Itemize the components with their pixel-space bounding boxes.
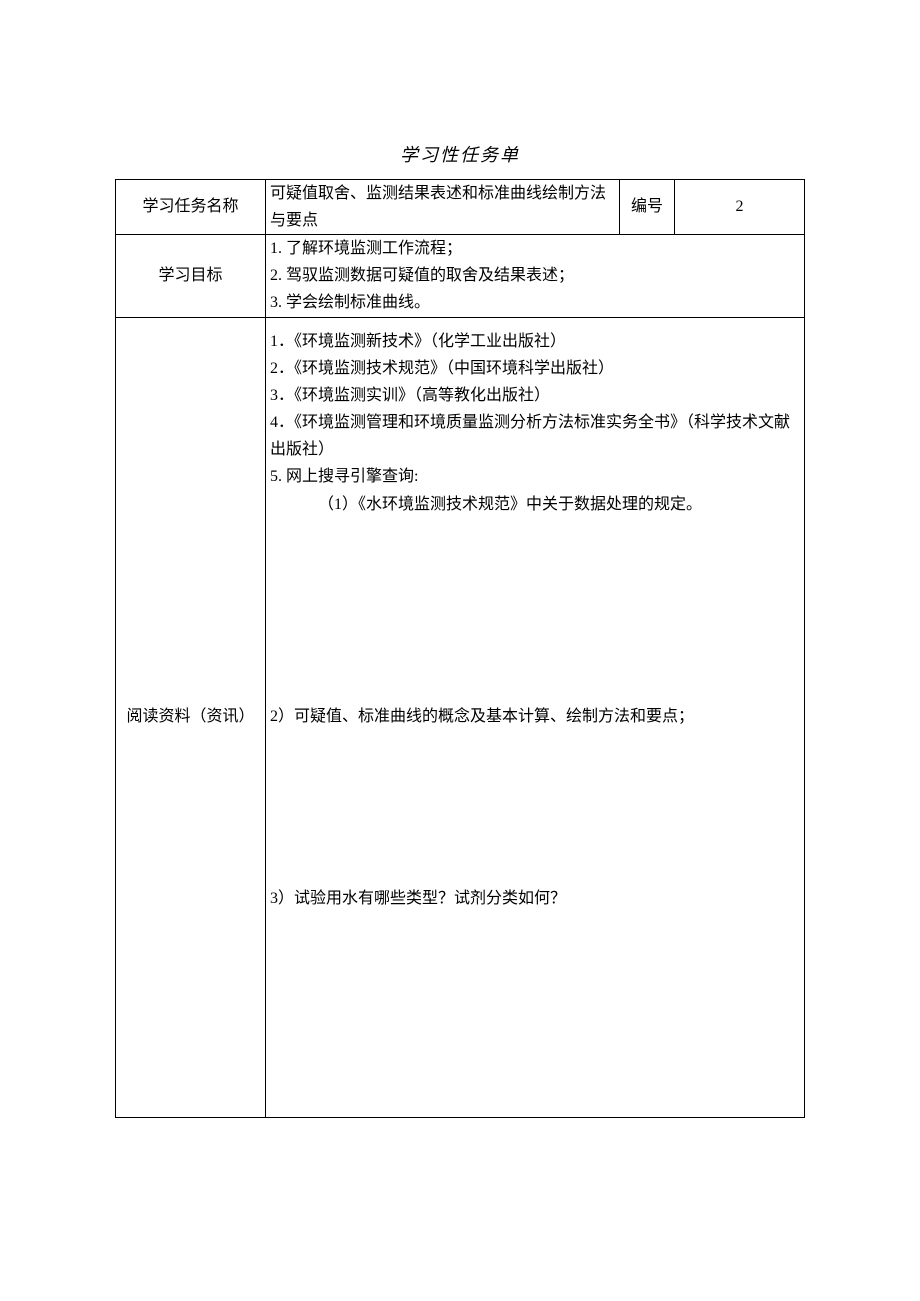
ref-subitem: （1）《水环境监测技术规范》中关于数据处理的规定。 [270, 491, 800, 518]
reading-label: 阅读资料（资讯） [116, 317, 266, 1117]
number-label: 编号 [620, 179, 675, 234]
goal-item: 1. 了解环境监测工作流程； [270, 235, 800, 262]
page-title: 学习性任务单 [115, 140, 805, 171]
ref-item: 4．《环境监测管理和环境质量监测分析方法标准实务全书》（科学技术文献出版社） [270, 409, 800, 463]
goals-content: 1. 了解环境监测工作流程； 2. 驾驭监测数据可疑值的取舍及结果表述； 3. … [266, 234, 805, 317]
task-table: 学习任务名称 可疑值取舍、监测结果表述和标准曲线绘制方法与要点 编号 2 学习目… [115, 179, 805, 1118]
ref-item: 2．《环境监测技术规范》（中国环境科学出版社） [270, 355, 800, 382]
spacer [270, 730, 800, 885]
task-name-label: 学习任务名称 [116, 179, 266, 234]
ref-item: 5. 网上搜寻引擎查询: [270, 463, 800, 490]
ref-item: 1．《环境监测新技术》（化学工业出版社） [270, 328, 800, 355]
task-name-value: 可疑值取舍、监测结果表述和标准曲线绘制方法与要点 [266, 179, 620, 234]
question-item: 3）试验用水有哪些类型？试剂分类如何？ [270, 885, 800, 912]
row-reading: 阅读资料（资讯） 1．《环境监测新技术》（化学工业出版社） 2．《环境监测技术规… [116, 317, 805, 1117]
row-task-name: 学习任务名称 可疑值取舍、监测结果表述和标准曲线绘制方法与要点 编号 2 [116, 179, 805, 234]
row-goals: 学习目标 1. 了解环境监测工作流程； 2. 驾驭监测数据可疑值的取舍及结果表述… [116, 234, 805, 317]
goal-item: 2. 驾驭监测数据可疑值的取舍及结果表述； [270, 262, 800, 289]
reading-content: 1．《环境监测新技术》（化学工业出版社） 2．《环境监测技术规范》（中国环境科学… [266, 317, 805, 1117]
spacer [270, 518, 800, 703]
goals-label: 学习目标 [116, 234, 266, 317]
ref-item: 3．《环境监测实训》（高等教化出版社） [270, 382, 800, 409]
goal-item: 3. 学会绘制标准曲线。 [270, 289, 800, 316]
question-item: 2）可疑值、标准曲线的概念及基本计算、绘制方法和要点； [270, 703, 800, 730]
number-value: 2 [675, 179, 805, 234]
